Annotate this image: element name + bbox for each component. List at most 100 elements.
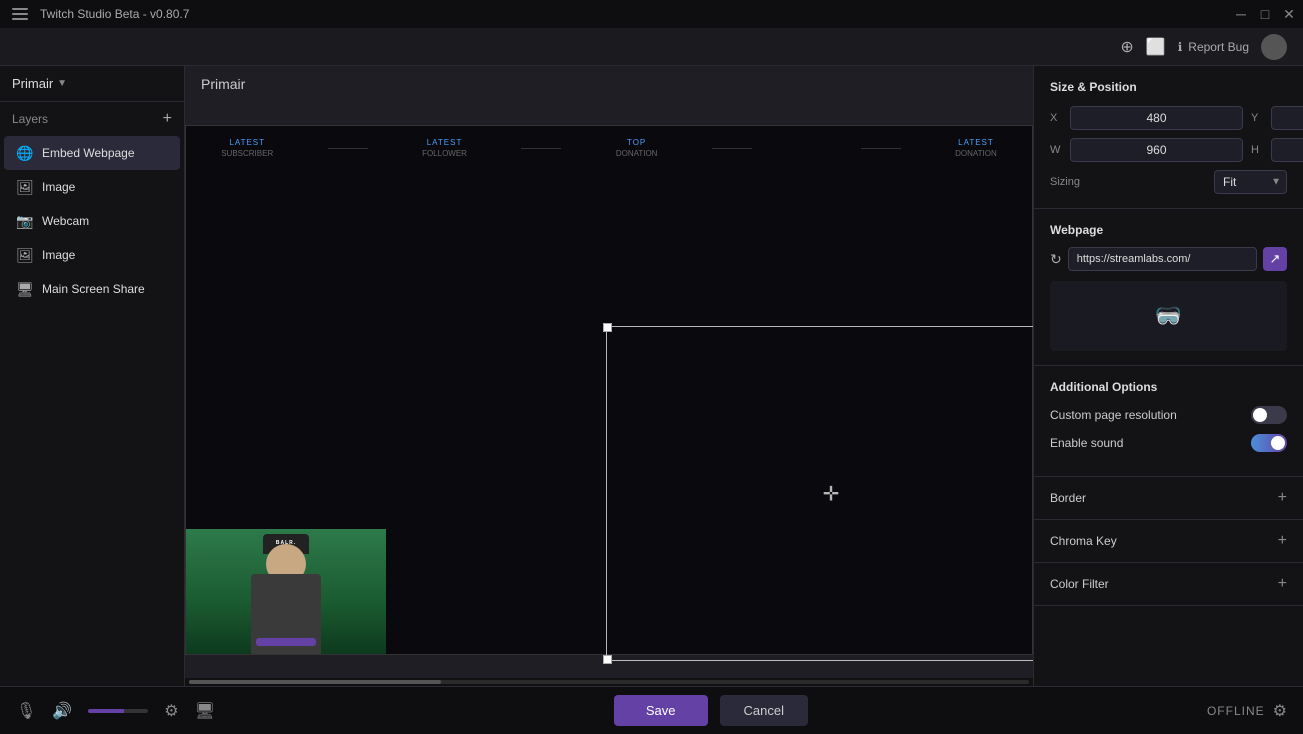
user-avatar[interactable] <box>1261 34 1287 60</box>
ticker-divider-3 <box>712 148 752 149</box>
wh-row: W H 🔓 <box>1050 138 1287 162</box>
w-label: W <box>1050 144 1062 156</box>
toolbar-right: ⊕ ⬜ ℹ Report Bug <box>1120 34 1287 60</box>
toolbar: ⊕ ⬜ ℹ Report Bug <box>0 28 1303 66</box>
sizing-label: Sizing <box>1050 176 1080 188</box>
ticker-bar: LATEST SUBSCRIBER LATEST FOLLOWER TOP DO… <box>186 138 1032 158</box>
handle-top-left[interactable] <box>603 323 612 332</box>
maximize-button[interactable]: □ <box>1259 8 1271 20</box>
sidebar-item-embed-webpage[interactable]: 🌐 Embed Webpage <box>4 136 180 170</box>
hamburger-menu[interactable] <box>8 4 32 24</box>
ticker-latest-follower: LATEST FOLLOWER <box>422 138 467 158</box>
enable-sound-row: Enable sound <box>1050 434 1287 452</box>
webcam-label: Webcam <box>42 214 89 228</box>
color-filter-expand-icon: + <box>1278 575 1287 593</box>
scrollbar-track <box>189 680 1029 684</box>
embed-webpage-icon: 🌐 <box>16 144 34 162</box>
enable-sound-label: Enable sound <box>1050 436 1123 450</box>
url-open-icon: ↗ <box>1270 251 1281 267</box>
custom-page-res-toggle-knob <box>1253 408 1267 422</box>
cancel-button[interactable]: Cancel <box>720 695 808 726</box>
w-input[interactable] <box>1070 138 1243 162</box>
webcam-preview: BALR. <box>186 529 386 654</box>
close-button[interactable]: ✕ <box>1283 8 1295 20</box>
app-title: Twitch Studio Beta - v0.80.7 <box>40 7 189 21</box>
url-input[interactable] <box>1068 247 1257 271</box>
additional-options-section: Additional Options Custom page resolutio… <box>1034 366 1303 477</box>
webpage-preview-icon: 🥽 <box>1155 303 1182 329</box>
sidebar-header: Primair ▼ <box>0 66 184 102</box>
size-position-section: Size & Position X Y W H 🔓 Sizing Fit <box>1034 66 1303 209</box>
scene-name-label: Primair <box>12 76 53 91</box>
scene-name[interactable]: Primair ▼ <box>12 76 67 91</box>
webpage-preview: 🥽 <box>1050 281 1287 351</box>
canvas-area: Primair LATEST SUBSCRIBER LATEST FOLLOWE… <box>185 66 1033 686</box>
h-input[interactable] <box>1271 138 1303 162</box>
ticker-top-donation: TOP DONATION <box>616 138 658 158</box>
chroma-key-label: Chroma Key <box>1050 534 1117 548</box>
y-input[interactable] <box>1271 106 1303 130</box>
bottom-right-status: OFFLINE ⚙ <box>1207 701 1287 721</box>
url-open-button[interactable]: ↗ <box>1263 247 1287 271</box>
layers-label: Layers <box>12 112 48 126</box>
pointer-tool-icon[interactable]: ⊕ <box>1120 37 1133 57</box>
color-filter-label: Color Filter <box>1050 577 1109 591</box>
selection-box: ✛ <box>606 326 1033 661</box>
sizing-select[interactable]: Fit Stretch Fill <box>1214 170 1287 194</box>
volume-slider[interactable] <box>88 709 148 713</box>
url-refresh-button[interactable]: ↻ <box>1050 251 1062 268</box>
sidebar-item-webcam[interactable]: 📷 Webcam <box>4 204 180 238</box>
move-cursor-icon: ✛ <box>823 481 840 506</box>
image-2-label: Image <box>42 248 75 262</box>
ticker-latest-subscriber: LATEST SUBSCRIBER <box>221 138 273 158</box>
sizing-select-wrapper: Fit Stretch Fill ▼ <box>1214 170 1287 194</box>
sidebar-item-image-2[interactable]: 🖼 Image <box>4 238 180 272</box>
crop-tool-icon[interactable]: ⬜ <box>1146 37 1166 57</box>
bottom-center-controls: Save Cancel <box>614 695 808 726</box>
handle-bottom-left[interactable] <box>603 655 612 664</box>
bottom-bar: 🎙 🔊 ⚙ 🖥 Save Cancel OFFLINE ⚙ <box>0 686 1303 734</box>
webcam-progress-bar <box>256 638 316 646</box>
canvas-scrollbar[interactable] <box>185 678 1033 686</box>
border-section[interactable]: Border + <box>1034 477 1303 520</box>
report-bug-icon: ℹ <box>1178 40 1183 54</box>
minimize-button[interactable]: ─ <box>1235 8 1247 20</box>
custom-page-res-toggle[interactable] <box>1251 406 1287 424</box>
x-input[interactable] <box>1070 106 1243 130</box>
embed-webpage-label: Embed Webpage <box>42 146 135 160</box>
canvas-viewport[interactable]: LATEST SUBSCRIBER LATEST FOLLOWER TOP DO… <box>185 102 1033 678</box>
size-position-title: Size & Position <box>1050 80 1287 94</box>
additional-options-title: Additional Options <box>1050 380 1287 394</box>
canvas-scene-label: Primair <box>185 66 1033 102</box>
sidebar: Primair ▼ Layers + 🌐 Embed Webpage 🖼 Ima… <box>0 66 185 686</box>
report-bug-button[interactable]: ℹ Report Bug <box>1178 40 1249 54</box>
canvas-background: LATEST SUBSCRIBER LATEST FOLLOWER TOP DO… <box>185 125 1033 655</box>
bottom-left-controls: 🎙 🔊 ⚙ 🖥 <box>16 701 215 721</box>
mic-icon[interactable]: 🎙 <box>16 701 36 721</box>
enable-sound-toggle[interactable] <box>1251 434 1287 452</box>
audio-settings-icon[interactable]: ⚙ <box>164 701 178 721</box>
main-layout: Primair ▼ Layers + 🌐 Embed Webpage 🖼 Ima… <box>0 66 1303 686</box>
stream-settings-icon[interactable]: ⚙ <box>1273 701 1287 721</box>
image-2-icon: 🖼 <box>16 246 34 264</box>
chroma-key-expand-icon: + <box>1278 532 1287 550</box>
sizing-row: Sizing Fit Stretch Fill ▼ <box>1050 170 1287 194</box>
chroma-key-section[interactable]: Chroma Key + <box>1034 520 1303 563</box>
ticker-divider-1 <box>328 148 368 149</box>
custom-page-res-row: Custom page resolution <box>1050 406 1287 424</box>
speaker-icon[interactable]: 🔊 <box>52 701 72 721</box>
desktop-audio-icon[interactable]: 🖥 <box>195 701 215 721</box>
sidebar-item-main-screen-share[interactable]: 🖥 Main Screen Share <box>4 272 180 306</box>
ticker-divider-2 <box>521 148 561 149</box>
sidebar-item-image-1[interactable]: 🖼 Image <box>4 170 180 204</box>
color-filter-section[interactable]: Color Filter + <box>1034 563 1303 606</box>
scrollbar-thumb[interactable] <box>189 680 441 684</box>
main-screen-share-icon: 🖥 <box>16 280 34 298</box>
image-1-icon: 🖼 <box>16 178 34 196</box>
border-label: Border <box>1050 491 1086 505</box>
webcam-icon: 📷 <box>16 212 34 230</box>
image-1-label: Image <box>42 180 75 194</box>
url-row: ↻ ↗ <box>1050 247 1287 271</box>
add-layer-button[interactable]: + <box>163 110 172 128</box>
save-button[interactable]: Save <box>614 695 708 726</box>
